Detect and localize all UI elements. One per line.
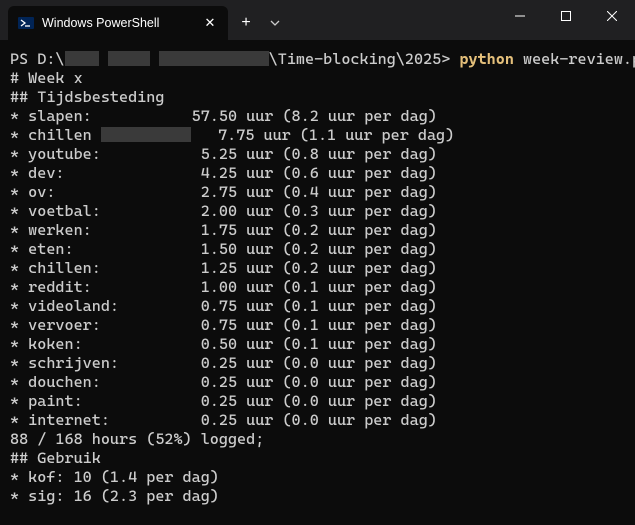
tab-title: Windows PowerShell (42, 16, 202, 30)
tab-close-button[interactable]: ✕ (202, 15, 218, 31)
tab-dropdown-button[interactable] (262, 7, 288, 39)
maximize-button[interactable] (543, 0, 589, 32)
new-tab-button[interactable]: + (230, 7, 262, 39)
minimize-button[interactable] (497, 0, 543, 32)
close-button[interactable] (589, 0, 635, 32)
terminal-output[interactable]: PS D:\ \Time-blocking\2025> python week-… (0, 40, 635, 525)
tab-powershell[interactable]: Windows PowerShell ✕ (8, 6, 228, 40)
window-controls (497, 0, 635, 32)
titlebar: Windows PowerShell ✕ + (0, 0, 635, 40)
powershell-icon (18, 15, 34, 31)
